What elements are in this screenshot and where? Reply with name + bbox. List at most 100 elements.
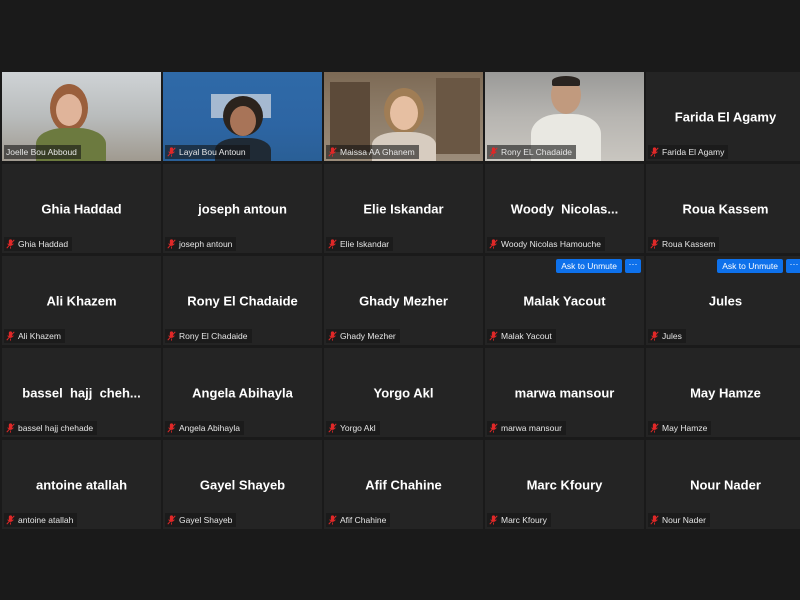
participant-name-label: Farida El Agamy [648, 145, 729, 159]
participant-tile-nour-nader[interactable]: Nour Nader Nour Nader [646, 440, 800, 529]
mic-muted-icon [328, 331, 337, 341]
participant-tile-gayel-shayeb[interactable]: Gayel Shayeb Gayel Shayeb [163, 440, 322, 529]
participant-tile-maissa-aa-ghanem[interactable]: Maissa AA Ghanem [324, 72, 483, 161]
participant-name-label: Marc Kfoury [487, 513, 551, 527]
participant-display-name: Gayel Shayeb [199, 477, 286, 492]
tile-actions: Ask to Unmute ··· [556, 259, 641, 273]
participant-display-name: Yorgo Akl [373, 385, 434, 400]
participant-name-label: Angela Abihayla [165, 421, 244, 435]
participant-name: Nour Nader [662, 515, 706, 525]
more-icon[interactable]: ··· [625, 259, 641, 273]
participant-name: Afif Chahine [340, 515, 387, 525]
participant-name: Ghady Mezher [340, 331, 396, 341]
participant-tile-rony-el-chadaide-video[interactable]: Rony EL Chadaide [485, 72, 644, 161]
participant-tile-woody-nicolas-hamouche[interactable]: Woody Nicolas... Woody Nicolas Hamouche [485, 164, 644, 253]
participant-tile-antoine-atallah[interactable]: antoine atallah antoine atallah [2, 440, 161, 529]
tile-actions: Ask to Unmute ··· [717, 259, 800, 273]
participant-name: Angela Abihayla [179, 423, 240, 433]
participant-name-label: Elie Iskandar [326, 237, 394, 251]
ask-to-unmute-button[interactable]: Ask to Unmute [556, 259, 622, 273]
mic-muted-icon [650, 423, 659, 433]
participant-tile-ghady-mezher[interactable]: Ghady Mezher Ghady Mezher [324, 256, 483, 345]
participant-name-label: Yorgo Akl [326, 421, 380, 435]
participant-tile-joelle-bou-abboud[interactable]: Joelle Bou Abboud [2, 72, 161, 161]
participant-name: Maissa AA Ghanem [340, 147, 415, 157]
mic-muted-icon [489, 423, 498, 433]
mic-muted-icon [6, 423, 15, 433]
participant-name-label: Joelle Bou Abboud [4, 145, 81, 159]
participant-name-label: Gayel Shayeb [165, 513, 237, 527]
participant-tile-afif-chahine[interactable]: Afif Chahine Afif Chahine [324, 440, 483, 529]
participant-display-name: marwa mansour [514, 385, 615, 400]
participant-tile-elie-iskandar[interactable]: Elie Iskandar Elie Iskandar [324, 164, 483, 253]
participant-name-label: Woody Nicolas Hamouche [487, 237, 605, 251]
participant-tile-farida-el-agamy[interactable]: Farida El Agamy Farida El Agamy [646, 72, 800, 161]
ask-to-unmute-button[interactable]: Ask to Unmute [717, 259, 783, 273]
participant-name-label: antoine atallah [4, 513, 78, 527]
participant-name: May Hamze [662, 423, 708, 433]
participant-name: bassel hajj chehade [18, 423, 94, 433]
participant-display-name: Marc Kfoury [526, 477, 603, 492]
participant-name-label: Roua Kassem [648, 237, 720, 251]
participant-name: Malak Yacout [501, 331, 552, 341]
participant-tile-roua-kassem[interactable]: Roua Kassem Roua Kassem [646, 164, 800, 253]
gallery-view: Joelle Bou Abboud Layal Bou Antoun Maiss… [0, 72, 800, 530]
participant-tile-ali-khazem[interactable]: Ali Khazem Ali Khazem [2, 256, 161, 345]
mic-muted-icon [6, 515, 15, 525]
participant-name-label: Layal Bou Antoun [165, 145, 250, 159]
participant-tile-malak-yacout[interactable]: Ask to Unmute ··· Malak Yacout Malak Yac… [485, 256, 644, 345]
participant-tile-ghia-haddad[interactable]: Ghia Haddad Ghia Haddad [2, 164, 161, 253]
participant-name-label: Rony El Chadaide [165, 329, 252, 343]
participant-display-name: Woody Nicolas... [510, 201, 619, 216]
participant-display-name: Elie Iskandar [363, 201, 444, 216]
participant-name-label: bassel hajj chehade [4, 421, 98, 435]
mic-muted-icon [489, 515, 498, 525]
mic-muted-icon [167, 423, 176, 433]
participant-tile-yorgo-akl[interactable]: Yorgo Akl Yorgo Akl [324, 348, 483, 437]
participant-tile-bassel-hajj-chehade[interactable]: bassel hajj cheh... bassel hajj chehade [2, 348, 161, 437]
participant-name: Joelle Bou Abboud [6, 147, 77, 157]
more-icon[interactable]: ··· [786, 259, 800, 273]
participant-display-name: Angela Abihayla [192, 385, 293, 400]
mic-muted-icon [167, 239, 176, 249]
participant-tile-joseph-antoun[interactable]: joseph antoun joseph antoun [163, 164, 322, 253]
participant-name: Woody Nicolas Hamouche [501, 239, 601, 249]
participant-name: Farida El Agamy [662, 147, 725, 157]
participant-name: antoine atallah [18, 515, 74, 525]
participant-tile-angela-abihayla[interactable]: Angela Abihayla Angela Abihayla [163, 348, 322, 437]
participant-name-label: Nour Nader [648, 513, 710, 527]
participant-display-name: Rony El Chadaide [187, 293, 298, 308]
participant-display-name: Roua Kassem [682, 201, 769, 216]
participant-display-name: Ghady Mezher [359, 293, 448, 308]
mic-muted-icon [328, 423, 337, 433]
mic-muted-icon [167, 147, 176, 157]
participant-name: joseph antoun [179, 239, 233, 249]
participant-display-name: Malak Yacout [523, 293, 606, 308]
participant-display-name: Nour Nader [690, 477, 761, 492]
mic-muted-icon [167, 515, 176, 525]
participant-tile-marwa-mansour[interactable]: marwa mansour marwa mansour [485, 348, 644, 437]
mic-muted-icon [328, 239, 337, 249]
mic-muted-icon [489, 331, 498, 341]
participant-display-name: Afif Chahine [365, 477, 442, 492]
participant-display-name: Ghia Haddad [41, 201, 122, 216]
participant-name-label: Ali Khazem [4, 329, 65, 343]
participant-name-label: Malak Yacout [487, 329, 556, 343]
mic-muted-icon [650, 147, 659, 157]
participant-name-label: Rony EL Chadaide [487, 145, 577, 159]
participant-name: Ghia Haddad [18, 239, 69, 249]
participant-display-name: joseph antoun [198, 201, 287, 216]
participant-name-label: joseph antoun [165, 237, 237, 251]
mic-muted-icon [650, 331, 659, 341]
participant-name: Jules [662, 331, 682, 341]
participant-tile-marc-kfoury[interactable]: Marc Kfoury Marc Kfoury [485, 440, 644, 529]
participant-tile-jules[interactable]: Ask to Unmute ··· Jules Jules [646, 256, 800, 345]
participant-name: Marc Kfoury [501, 515, 547, 525]
participant-name-label: May Hamze [648, 421, 712, 435]
mic-muted-icon [6, 239, 15, 249]
participant-tile-may-hamze[interactable]: May Hamze May Hamze [646, 348, 800, 437]
participant-tile-rony-el-chadaide[interactable]: Rony El Chadaide Rony El Chadaide [163, 256, 322, 345]
participant-name: Rony EL Chadaide [501, 147, 573, 157]
participant-name: Layal Bou Antoun [179, 147, 246, 157]
participant-tile-layal-bou-antoun[interactable]: Layal Bou Antoun [163, 72, 322, 161]
